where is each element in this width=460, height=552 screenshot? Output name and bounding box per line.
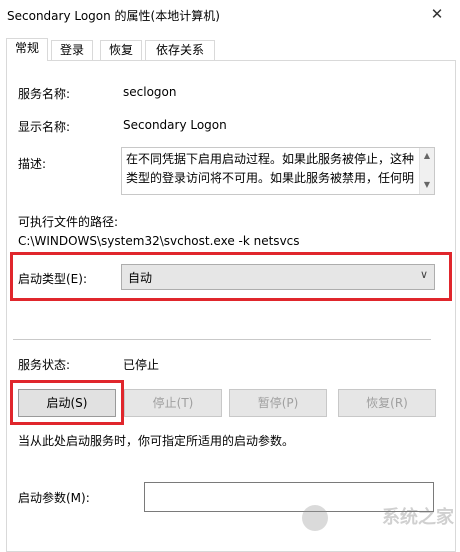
service-name-value: seclogon [123, 85, 177, 99]
start-button-highlight [10, 380, 124, 425]
watermark-text: 系统之家 [382, 507, 454, 528]
tab-recovery[interactable]: 恢复 [100, 40, 142, 60]
tab-dependencies[interactable]: 依存关系 [145, 40, 215, 60]
service-status-label: 服务状态: [18, 358, 71, 372]
start-params-hint: 当从此处启动服务时，你可指定所适用的启动参数。 [18, 434, 295, 448]
close-icon: ✕ [430, 5, 444, 23]
exe-path-value: C:\WINDOWS\system32\svchost.exe -k netsv… [18, 234, 300, 248]
service-name-label: 服务名称: [18, 87, 71, 101]
window-title: Secondary Logon 的属性(本地计算机) [7, 9, 220, 23]
title-bar: Secondary Logon 的属性(本地计算机) ✕ [0, 0, 460, 30]
description-scrollbar[interactable]: ▲ ▼ [419, 148, 434, 194]
description-box[interactable]: 在不同凭据下启用启动过程。如果此服务被停止，这种 类型的登录访问将不可用。如果此… [121, 147, 435, 195]
scroll-down-icon[interactable]: ▼ [420, 180, 434, 189]
service-status-value: 已停止 [123, 358, 160, 372]
tab-general[interactable]: 常规 [6, 38, 48, 61]
exe-path-label: 可执行文件的路径: [18, 215, 119, 229]
divider [13, 339, 431, 340]
description-label: 描述: [18, 157, 47, 171]
tab-logon[interactable]: 登录 [51, 40, 93, 60]
startup-type-highlight [10, 252, 452, 301]
watermark-logo-icon [302, 505, 328, 531]
description-line-2: 类型的登录访问将不可用。如果此服务被禁用，任何明 [126, 171, 415, 185]
start-params-label: 启动参数(M): [18, 491, 90, 505]
general-panel [6, 60, 456, 552]
scroll-up-icon[interactable]: ▲ [420, 151, 434, 160]
display-name-label: 显示名称: [18, 120, 71, 134]
close-button[interactable]: ✕ [414, 0, 460, 30]
resume-button[interactable]: 恢复(R) [338, 389, 436, 417]
display-name-value: Secondary Logon [123, 118, 227, 132]
pause-button[interactable]: 暂停(P) [229, 389, 327, 417]
description-line-1: 在不同凭据下启用启动过程。如果此服务被停止，这种 [126, 152, 415, 166]
stop-button[interactable]: 停止(T) [124, 389, 222, 417]
